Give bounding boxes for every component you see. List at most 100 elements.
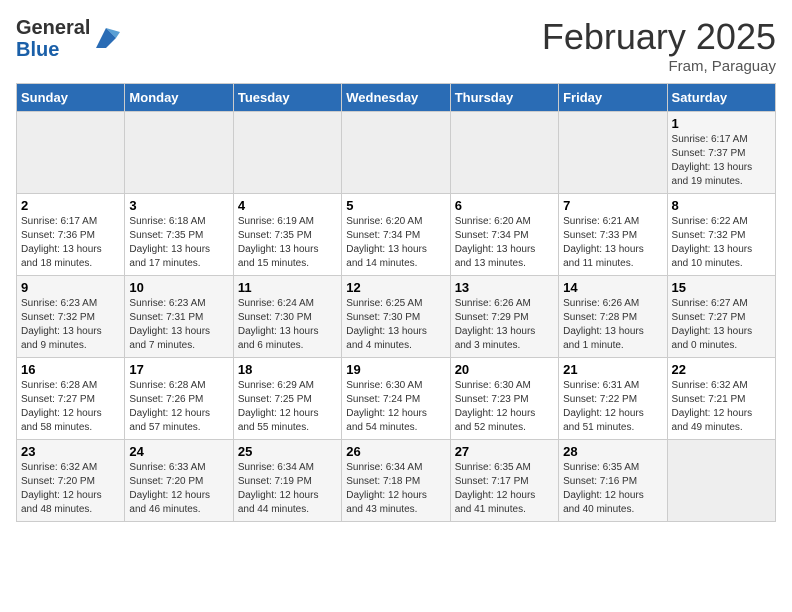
day-number: 2 xyxy=(21,198,120,213)
weekday-header-monday: Monday xyxy=(125,84,233,112)
day-info: Sunrise: 6:19 AM Sunset: 7:35 PM Dayligh… xyxy=(238,215,337,271)
calendar-day-cell: 10 Sunrise: 6:23 AM Sunset: 7:31 PM Dayli… xyxy=(125,276,233,358)
calendar-day-cell: 4 Sunrise: 6:19 AM Sunset: 7:35 PM Daylig… xyxy=(233,194,341,276)
weekday-header-wednesday: Wednesday xyxy=(342,84,450,112)
calendar-day-cell: 12 Sunrise: 6:25 AM Sunset: 7:30 PM Dayli… xyxy=(342,276,450,358)
day-number: 11 xyxy=(238,280,337,295)
day-info: Sunrise: 6:30 AM Sunset: 7:23 PM Dayligh… xyxy=(455,379,554,435)
day-number: 6 xyxy=(455,198,554,213)
day-number: 18 xyxy=(238,362,337,377)
calendar-week-row: 9 Sunrise: 6:23 AM Sunset: 7:32 PM Daylig… xyxy=(17,276,776,358)
day-info: Sunrise: 6:33 AM Sunset: 7:20 PM Dayligh… xyxy=(129,461,228,517)
calendar-day-cell: 24 Sunrise: 6:33 AM Sunset: 7:20 PM Dayli… xyxy=(125,440,233,522)
day-number: 26 xyxy=(346,444,445,459)
day-number: 10 xyxy=(129,280,228,295)
day-info: Sunrise: 6:34 AM Sunset: 7:19 PM Dayligh… xyxy=(238,461,337,517)
calendar-day-cell: 20 Sunrise: 6:30 AM Sunset: 7:23 PM Dayli… xyxy=(450,358,558,440)
calendar-day-cell xyxy=(342,112,450,194)
month-title: February 2025 xyxy=(542,16,776,58)
day-info: Sunrise: 6:25 AM Sunset: 7:30 PM Dayligh… xyxy=(346,297,445,353)
day-number: 21 xyxy=(563,362,662,377)
weekday-header-saturday: Saturday xyxy=(667,84,775,112)
calendar-week-row: 1Sunrise: 6:17 AM Sunset: 7:37 PM Daylig… xyxy=(17,112,776,194)
day-number: 17 xyxy=(129,362,228,377)
day-number: 8 xyxy=(672,198,771,213)
calendar-day-cell: 8 Sunrise: 6:22 AM Sunset: 7:32 PM Daylig… xyxy=(667,194,775,276)
calendar-week-row: 16Sunrise: 6:28 AM Sunset: 7:27 PM Dayli… xyxy=(17,358,776,440)
day-info: Sunrise: 6:30 AM Sunset: 7:24 PM Dayligh… xyxy=(346,379,445,435)
calendar-day-cell: 1Sunrise: 6:17 AM Sunset: 7:37 PM Daylig… xyxy=(667,112,775,194)
calendar-day-cell: 27 Sunrise: 6:35 AM Sunset: 7:17 PM Dayli… xyxy=(450,440,558,522)
day-info: Sunrise: 6:23 AM Sunset: 7:32 PM Dayligh… xyxy=(21,297,120,353)
day-info: Sunrise: 6:26 AM Sunset: 7:28 PM Dayligh… xyxy=(563,297,662,353)
calendar-day-cell: 18 Sunrise: 6:29 AM Sunset: 7:25 PM Dayli… xyxy=(233,358,341,440)
calendar-day-cell: 3 Sunrise: 6:18 AM Sunset: 7:35 PM Daylig… xyxy=(125,194,233,276)
calendar-day-cell xyxy=(17,112,125,194)
day-info: Sunrise: 6:20 AM Sunset: 7:34 PM Dayligh… xyxy=(346,215,445,271)
calendar-day-cell: 16Sunrise: 6:28 AM Sunset: 7:27 PM Dayli… xyxy=(17,358,125,440)
day-info: Sunrise: 6:18 AM Sunset: 7:35 PM Dayligh… xyxy=(129,215,228,271)
calendar-day-cell: 14 Sunrise: 6:26 AM Sunset: 7:28 PM Dayli… xyxy=(559,276,667,358)
day-number: 7 xyxy=(563,198,662,213)
day-number: 27 xyxy=(455,444,554,459)
calendar-day-cell: 23 Sunrise: 6:32 AM Sunset: 7:20 PM Dayli… xyxy=(17,440,125,522)
calendar-day-cell: 22Sunrise: 6:32 AM Sunset: 7:21 PM Dayli… xyxy=(667,358,775,440)
day-number: 14 xyxy=(563,280,662,295)
day-info: Sunrise: 6:29 AM Sunset: 7:25 PM Dayligh… xyxy=(238,379,337,435)
day-info: Sunrise: 6:35 AM Sunset: 7:17 PM Dayligh… xyxy=(455,461,554,517)
weekday-header-friday: Friday xyxy=(559,84,667,112)
calendar-day-cell: 25Sunrise: 6:34 AM Sunset: 7:19 PM Dayli… xyxy=(233,440,341,522)
day-info: Sunrise: 6:32 AM Sunset: 7:21 PM Dayligh… xyxy=(672,379,771,435)
calendar-week-row: 2 Sunrise: 6:17 AM Sunset: 7:36 PM Daylig… xyxy=(17,194,776,276)
calendar-day-cell: 11 Sunrise: 6:24 AM Sunset: 7:30 PM Dayli… xyxy=(233,276,341,358)
calendar-day-cell: 6 Sunrise: 6:20 AM Sunset: 7:34 PM Daylig… xyxy=(450,194,558,276)
day-info: Sunrise: 6:28 AM Sunset: 7:27 PM Dayligh… xyxy=(21,379,120,435)
day-info: Sunrise: 6:21 AM Sunset: 7:33 PM Dayligh… xyxy=(563,215,662,271)
day-info: Sunrise: 6:32 AM Sunset: 7:20 PM Dayligh… xyxy=(21,461,120,517)
calendar-day-cell xyxy=(125,112,233,194)
day-number: 12 xyxy=(346,280,445,295)
day-info: Sunrise: 6:17 AM Sunset: 7:37 PM Dayligh… xyxy=(672,133,771,189)
day-number: 4 xyxy=(238,198,337,213)
day-info: Sunrise: 6:17 AM Sunset: 7:36 PM Dayligh… xyxy=(21,215,120,271)
day-number: 13 xyxy=(455,280,554,295)
calendar-day-cell: 19Sunrise: 6:30 AM Sunset: 7:24 PM Dayli… xyxy=(342,358,450,440)
calendar-day-cell: 7 Sunrise: 6:21 AM Sunset: 7:33 PM Daylig… xyxy=(559,194,667,276)
calendar-day-cell xyxy=(559,112,667,194)
logo-blue: Blue xyxy=(16,39,59,61)
day-info: Sunrise: 6:20 AM Sunset: 7:34 PM Dayligh… xyxy=(455,215,554,271)
weekday-header-thursday: Thursday xyxy=(450,84,558,112)
title-block: February 2025 Fram, Paraguay xyxy=(542,16,776,75)
calendar-day-cell xyxy=(667,440,775,522)
location: Fram, Paraguay xyxy=(542,58,776,75)
day-number: 15 xyxy=(672,280,771,295)
weekday-header-tuesday: Tuesday xyxy=(233,84,341,112)
day-info: Sunrise: 6:34 AM Sunset: 7:18 PM Dayligh… xyxy=(346,461,445,517)
day-number: 9 xyxy=(21,280,120,295)
calendar-day-cell: 15Sunrise: 6:27 AM Sunset: 7:27 PM Dayli… xyxy=(667,276,775,358)
page-header: General Blue February 2025 Fram, Paragua… xyxy=(16,16,776,75)
day-info: Sunrise: 6:28 AM Sunset: 7:26 PM Dayligh… xyxy=(129,379,228,435)
calendar-table: SundayMondayTuesdayWednesdayThursdayFrid… xyxy=(16,83,776,522)
logo: General Blue xyxy=(16,16,120,60)
calendar-day-cell: 13 Sunrise: 6:26 AM Sunset: 7:29 PM Dayli… xyxy=(450,276,558,358)
calendar-day-cell: 2 Sunrise: 6:17 AM Sunset: 7:36 PM Daylig… xyxy=(17,194,125,276)
calendar-week-row: 23 Sunrise: 6:32 AM Sunset: 7:20 PM Dayli… xyxy=(17,440,776,522)
calendar-day-cell xyxy=(233,112,341,194)
logo-general: General xyxy=(16,17,90,39)
calendar-day-cell: 26 Sunrise: 6:34 AM Sunset: 7:18 PM Dayli… xyxy=(342,440,450,522)
day-number: 20 xyxy=(455,362,554,377)
calendar-day-cell: 5 Sunrise: 6:20 AM Sunset: 7:34 PM Daylig… xyxy=(342,194,450,276)
day-info: Sunrise: 6:24 AM Sunset: 7:30 PM Dayligh… xyxy=(238,297,337,353)
day-number: 5 xyxy=(346,198,445,213)
weekday-header-row: SundayMondayTuesdayWednesdayThursdayFrid… xyxy=(17,84,776,112)
calendar-day-cell: 21Sunrise: 6:31 AM Sunset: 7:22 PM Dayli… xyxy=(559,358,667,440)
day-number: 28 xyxy=(563,444,662,459)
day-info: Sunrise: 6:35 AM Sunset: 7:16 PM Dayligh… xyxy=(563,461,662,517)
day-number: 3 xyxy=(129,198,228,213)
day-number: 23 xyxy=(21,444,120,459)
day-number: 24 xyxy=(129,444,228,459)
day-info: Sunrise: 6:22 AM Sunset: 7:32 PM Dayligh… xyxy=(672,215,771,271)
day-info: Sunrise: 6:23 AM Sunset: 7:31 PM Dayligh… xyxy=(129,297,228,353)
day-info: Sunrise: 6:26 AM Sunset: 7:29 PM Dayligh… xyxy=(455,297,554,353)
